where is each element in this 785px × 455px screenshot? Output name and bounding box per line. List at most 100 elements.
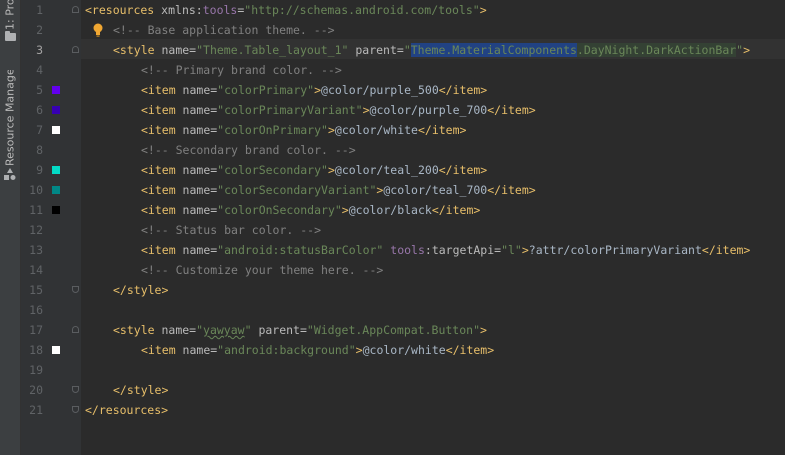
text-token: ?attr/colorPrimaryVariant — [528, 243, 702, 257]
value-token: "l" — [501, 243, 522, 257]
line-number-active: 3 — [36, 43, 43, 57]
fold-end-marker[interactable] — [72, 386, 79, 393]
text-token: @color/white — [334, 123, 418, 137]
code-line-4[interactable]: <!-- Primary brand color. --> — [141, 60, 342, 80]
attr-token: name= — [175, 163, 218, 177]
attr-token: name= — [175, 243, 218, 257]
attr-token: name= — [175, 83, 218, 97]
attr-token: name= — [154, 323, 197, 337]
code-line-20[interactable]: </style> — [113, 380, 168, 400]
code-line-9[interactable]: <item name="colorSecondary">@color/teal_… — [141, 160, 487, 180]
value-token: "colorPrimary" — [217, 83, 315, 97]
namespace-token: tools — [390, 243, 425, 257]
text-token: @color/white — [362, 343, 446, 357]
code-line-17[interactable]: <style name="yawyaw" parent="Widget.AppC… — [113, 320, 487, 340]
line-number: 16 — [29, 303, 43, 317]
code-line-13[interactable]: <item name="android:statusBarColor" tool… — [141, 240, 750, 260]
tag-token: > — [327, 123, 335, 137]
line-number: 14 — [29, 263, 43, 277]
line-number: 8 — [36, 143, 43, 157]
code-line-10[interactable]: <item name="colorSecondaryVariant">@colo… — [141, 180, 536, 200]
fold-toggle[interactable] — [72, 46, 79, 53]
tag-token: </resources> — [85, 403, 169, 417]
fold-end-marker[interactable] — [72, 406, 79, 413]
tool-window-sidebar: 1: Project Resource Manager — [0, 0, 21, 455]
color-swatch-purple-500[interactable] — [52, 86, 60, 94]
line-number: 6 — [36, 103, 43, 117]
line-number: 13 — [29, 243, 43, 257]
color-swatch-teal-700[interactable] — [52, 186, 60, 194]
tag-token: </item> — [417, 123, 467, 137]
line-number: 18 — [29, 343, 43, 357]
code-line-14[interactable]: <!-- Customize your theme here. --> — [141, 260, 383, 280]
color-swatch-teal-200[interactable] — [52, 166, 60, 174]
line-number: 15 — [29, 283, 43, 297]
typo-warning-text[interactable]: yawyaw — [203, 323, 245, 337]
fold-end-marker[interactable] — [72, 286, 79, 293]
code-line-12[interactable]: <!-- Status bar color. --> — [141, 220, 321, 240]
color-swatch-white[interactable] — [52, 346, 60, 354]
tag-token: > — [314, 83, 322, 97]
value-token: "colorPrimaryVariant" — [217, 103, 363, 117]
tag-token: <item — [141, 163, 176, 177]
resource-manager-icon[interactable] — [4, 168, 16, 180]
line-number: 20 — [29, 383, 43, 397]
value-token: "colorOnPrimary" — [217, 123, 328, 137]
tag-token: <item — [141, 83, 176, 97]
tag-token: </style> — [113, 283, 169, 297]
line-number: 19 — [29, 363, 43, 377]
code-line-5[interactable]: <item name="colorPrimary">@color/purple_… — [141, 80, 487, 100]
tag-token: </item> — [487, 183, 536, 197]
tag-token: > — [479, 3, 487, 17]
line-number: 2 — [36, 23, 43, 37]
attr-token: name= — [175, 183, 218, 197]
line-number: 9 — [36, 163, 43, 177]
tag-token: </item> — [701, 243, 751, 257]
comment-token: <!-- Secondary brand color. --> — [141, 143, 356, 157]
value-token: " — [196, 323, 204, 337]
resource-manager-tool-tab[interactable]: Resource Manager — [0, 70, 20, 166]
fold-toggle[interactable] — [72, 6, 79, 13]
folder-icon[interactable] — [5, 31, 16, 41]
code-line-21[interactable]: </resources> — [85, 400, 168, 420]
text-token: @color/teal_700 — [383, 183, 488, 197]
line-number: 21 — [29, 403, 43, 417]
tag-token: <item — [141, 123, 176, 137]
value-token: "Widget.AppCompat.Button" — [306, 323, 480, 337]
tag-token: <item — [141, 183, 176, 197]
attr-token: name= — [175, 123, 218, 137]
color-swatch-black[interactable] — [52, 206, 60, 214]
line-number: 10 — [29, 183, 43, 197]
value-token: "colorSecondaryVariant" — [217, 183, 377, 197]
text-token: @color/black — [348, 203, 432, 217]
text-token: @color/teal_200 — [334, 163, 439, 177]
code-line-3[interactable]: <style name="Theme.Table_layout_1" paren… — [113, 40, 750, 60]
value-token: "colorSecondary" — [217, 163, 328, 177]
tag-token: > — [743, 43, 751, 57]
tag-token: > — [480, 323, 487, 337]
line-number: 1 — [36, 3, 43, 17]
code-line-11[interactable]: <item name="colorOnSecondary">@color/bla… — [141, 200, 480, 220]
code-line-8[interactable]: <!-- Secondary brand color. --> — [141, 140, 356, 160]
project-tool-tab[interactable]: 1: Project — [0, 0, 20, 30]
fold-toggle[interactable] — [72, 326, 79, 333]
selected-text[interactable]: Theme.MaterialComponents — [410, 43, 577, 57]
code-editor[interactable]: <resources xmlns:tools="http://schemas.a… — [81, 0, 785, 455]
attr-token: name= — [175, 203, 218, 217]
tag-token: > — [327, 163, 335, 177]
code-line-7[interactable]: <item name="colorOnPrimary">@color/white… — [141, 120, 466, 140]
tag-token: > — [362, 103, 370, 117]
tag-token: <item — [141, 343, 176, 357]
comment-token: <!-- Base application theme. --> — [113, 23, 335, 37]
value-token: "Theme.Table_layout_1" — [196, 43, 349, 57]
color-swatch-purple-700[interactable] — [52, 106, 60, 114]
code-line-6[interactable]: <item name="colorPrimaryVariant">@color/… — [141, 100, 536, 120]
line-number: 5 — [36, 83, 43, 97]
code-line-18[interactable]: <item name="android:background">@color/w… — [141, 340, 494, 360]
code-line-1[interactable]: <resources xmlns:tools="http://schemas.a… — [85, 0, 487, 20]
color-swatch-white[interactable] — [52, 126, 60, 134]
attr-token: name= — [175, 343, 218, 357]
tag-token: </item> — [445, 343, 495, 357]
code-line-15[interactable]: </style> — [113, 280, 168, 300]
code-line-2[interactable]: <!-- Base application theme. --> — [113, 20, 335, 40]
